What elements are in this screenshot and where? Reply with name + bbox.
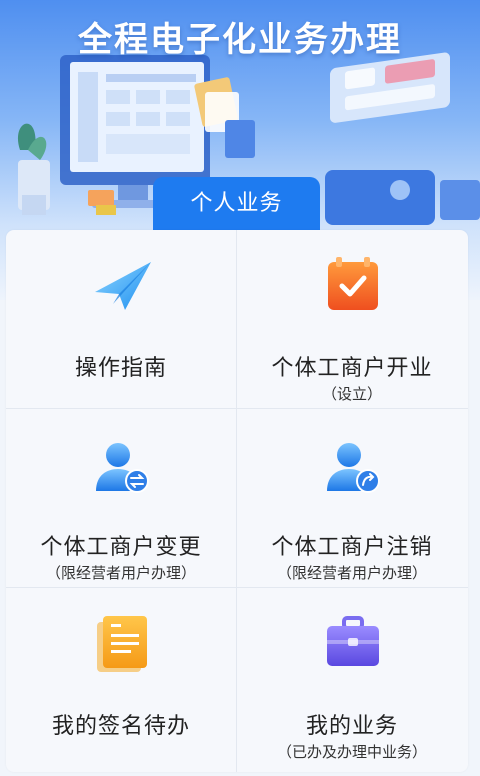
user-swap-icon — [96, 443, 149, 493]
signature-todo-button[interactable]: 我的签名待办 — [6, 588, 236, 766]
briefcase-icon — [327, 616, 379, 666]
tab-personal-business[interactable]: 个人业务 — [153, 177, 320, 231]
item-label: 个体工商户变更 — [40, 535, 202, 560]
item-label: 我的签名待办 — [51, 714, 190, 739]
user-logout-icon — [327, 443, 380, 493]
calendar-check-icon — [328, 257, 378, 310]
operation-guide-button[interactable]: 操作指南 — [6, 230, 236, 408]
business-change-button[interactable]: 个体工商户变更 （限经营者用户办理） — [6, 409, 236, 587]
business-opening-button[interactable]: 个体工商户开业 （设立） — [237, 230, 467, 408]
item-sublabel: （设立） — [321, 385, 382, 403]
service-grid: 操作指南 个体工商户开业 （设立） 个体工商户变更 （限经营者用户办理） 个体工… — [6, 230, 468, 772]
business-cancellation-button[interactable]: 个体工商户注销 （限经营者用户办理） — [237, 409, 467, 587]
item-sublabel: （限经营者用户办理） — [276, 564, 427, 582]
document-icon — [97, 616, 147, 672]
my-business-button[interactable]: 我的业务 （已办及办理中业务） — [237, 588, 467, 766]
paper-plane-icon — [95, 262, 151, 310]
service-card: 操作指南 个体工商户开业 （设立） 个体工商户变更 （限经营者用户办理） 个体工… — [6, 230, 468, 772]
item-sublabel: （已办及办理中业务） — [276, 743, 427, 761]
item-label: 个体工商户注销 — [271, 535, 433, 560]
item-sublabel: （限经营者用户办理） — [45, 564, 196, 582]
item-label: 我的业务 — [305, 714, 398, 739]
item-label: 个体工商户开业 — [271, 356, 433, 381]
banner-title: 全程电子化业务办理 — [78, 20, 402, 60]
item-label: 操作指南 — [74, 356, 167, 381]
